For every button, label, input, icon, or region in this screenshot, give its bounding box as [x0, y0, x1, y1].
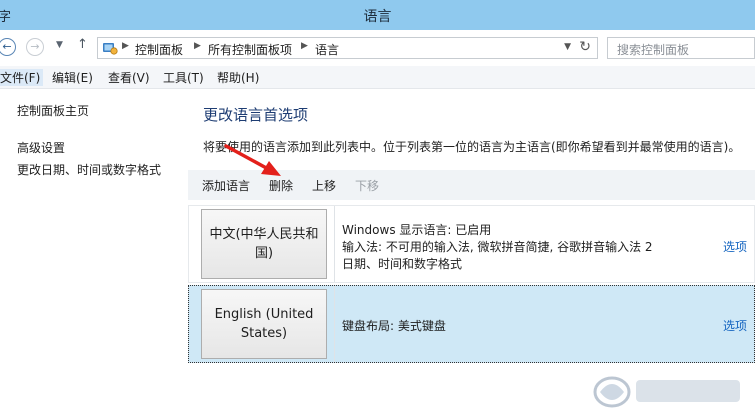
menu-edit[interactable]: 编辑(E)	[52, 69, 93, 86]
language-tile[interactable]: 中文(中华人民共和国)	[201, 209, 327, 279]
back-button[interactable]: ←	[0, 38, 16, 56]
keyboard-layout-label: 键盘布局: 美式键盘	[342, 319, 446, 333]
options-link[interactable]: 选项	[723, 317, 747, 334]
breadcrumb-control-panel[interactable]: 控制面板	[135, 41, 183, 58]
refresh-icon[interactable]: ↻	[579, 39, 591, 55]
date-time-format-label: 日期、时间和数字格式	[342, 257, 463, 271]
navigation-bar: ← → ▼ ↑ ▶ 控制面板 ▶ 所有控制面板项 ▶ 语言 ▼ ↻ 搜索控制面板	[0, 30, 755, 64]
language-row-english[interactable]: English (United States) 键盘布局: 美式键盘 选项	[188, 285, 755, 363]
breadcrumb-all-items[interactable]: 所有控制面板项	[208, 41, 292, 58]
window-title: 语言	[363, 9, 392, 25]
title-bar: 字 语言	[0, 0, 755, 30]
address-dropdown-icon[interactable]: ▼	[564, 42, 571, 52]
menu-bar: 文件(F) 编辑(E) 查看(V) 工具(T) 帮助(H)	[0, 66, 755, 89]
breadcrumb-separator-icon[interactable]: ▶	[194, 41, 201, 51]
address-bar[interactable]: ▶ 控制面板 ▶ 所有控制面板项 ▶ 语言 ▼ ↻	[97, 37, 598, 59]
menu-file[interactable]: 文件(F)	[0, 69, 44, 86]
column-divider	[334, 206, 335, 282]
remove-language-button[interactable]: 删除	[269, 177, 293, 194]
page-title: 更改语言首选项	[203, 106, 309, 124]
recent-pages-dropdown-icon[interactable]: ▼	[56, 40, 63, 50]
column-divider	[334, 286, 335, 362]
move-up-button[interactable]: 上移	[312, 177, 336, 194]
language-tile[interactable]: English (United States)	[201, 289, 327, 359]
page-description: 将要使用的语言添加到此列表中。位于列表第一位的语言为主语言(即你希望看到并最常使…	[203, 140, 741, 154]
move-down-button: 下移	[355, 179, 380, 193]
menu-help[interactable]: 帮助(H)	[217, 69, 259, 86]
add-language-button[interactable]: 添加语言	[202, 177, 250, 194]
search-placeholder: 搜索控制面板	[617, 43, 690, 57]
display-language-status: Windows 显示语言: 已启用	[342, 223, 492, 237]
menu-tools[interactable]: 工具(T)	[163, 69, 204, 86]
forward-button[interactable]: →	[26, 38, 44, 56]
input-method-list: 输入法: 不可用的输入法, 微软拼音简捷, 谷歌拼音输入法 2	[342, 240, 653, 254]
control-panel-icon	[103, 43, 118, 55]
breadcrumb-language[interactable]: 语言	[315, 41, 339, 58]
breadcrumb-separator-icon[interactable]: ▶	[301, 41, 308, 51]
language-toolbar: 添加语言 删除 上移 下移	[188, 170, 755, 200]
breadcrumb-separator-icon: ▶	[122, 41, 129, 51]
language-list: 中文(中华人民共和国) Windows 显示语言: 已启用 输入法: 不可用的输…	[188, 205, 755, 365]
up-arrow-icon[interactable]: ↑	[77, 37, 88, 52]
menu-view[interactable]: 查看(V)	[108, 69, 150, 86]
sidebar-home-link[interactable]: 控制面板主页	[17, 102, 89, 119]
language-row-chinese[interactable]: 中文(中华人民共和国) Windows 显示语言: 已启用 输入法: 不可用的输…	[188, 205, 755, 283]
sidebar-date-time-format-link[interactable]: 更改日期、时间或数字格式	[17, 161, 161, 178]
watermark-logo-icon	[593, 376, 740, 408]
search-input[interactable]: 搜索控制面板	[607, 37, 755, 59]
sidebar-advanced-settings-link[interactable]: 高级设置	[17, 139, 65, 156]
options-link[interactable]: 选项	[723, 238, 747, 255]
